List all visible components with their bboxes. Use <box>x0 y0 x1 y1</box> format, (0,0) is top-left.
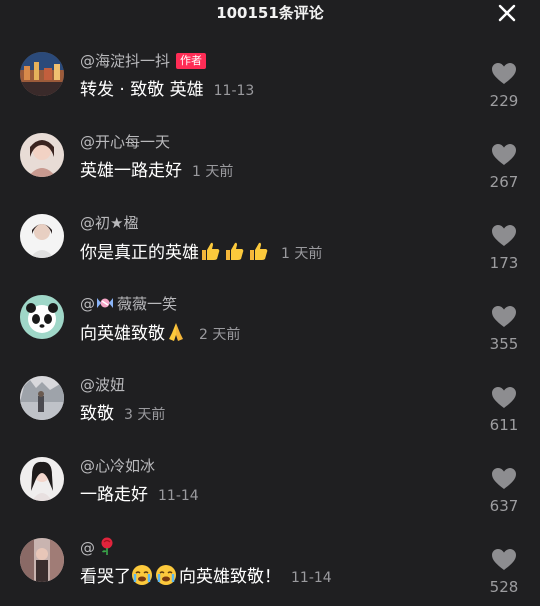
folded-hands-icon <box>165 321 187 343</box>
comment-date: 11-13 <box>213 83 255 99</box>
like-button[interactable]: 355 <box>486 305 522 353</box>
comment-item: @ 薇薇一笑 向英雄致敬 2 天前 355 <box>0 283 540 364</box>
comment-text: 你是真正的英雄 1 天前 <box>80 240 322 266</box>
avatar[interactable] <box>20 214 64 258</box>
comment-text: 看哭了 向英雄致敬！ 11-14 <box>80 564 332 590</box>
avatar[interactable] <box>20 457 64 501</box>
like-count: 611 <box>489 416 519 434</box>
comment-item: @开心每一天 英雄一路走好 1 天前 267 <box>0 121 540 202</box>
heart-icon <box>492 144 516 165</box>
thumbs-up-icon <box>223 240 245 262</box>
comment-text: 向英雄致敬 2 天前 <box>80 321 240 347</box>
comment-list: @海淀抖一抖 作者 转发 · 致敬 英雄 11-13 229 @开心每一天 英雄一路… <box>0 40 540 606</box>
like-count: 173 <box>489 254 519 272</box>
comment-text: 英雄一路走好 1 天前 <box>80 161 234 181</box>
heart-icon <box>492 306 516 327</box>
comment-item: @初★楹 你是真正的英雄 1 天前 173 <box>0 202 540 283</box>
comment-item: @海淀抖一抖 作者 转发 · 致敬 英雄 11-13 229 <box>0 40 540 121</box>
comment-date: 1 天前 <box>192 164 234 180</box>
heart-icon <box>492 468 516 489</box>
comment-item: @心冷如冰 一路走好 11-14 637 <box>0 445 540 526</box>
comment-username[interactable]: @波妞 <box>80 374 125 396</box>
comment-date: 1 天前 <box>281 246 323 262</box>
like-button[interactable]: 611 <box>486 386 522 434</box>
like-count: 637 <box>489 497 519 515</box>
comment-date: 3 天前 <box>124 407 166 423</box>
comment-text: 致敬 3 天前 <box>80 404 166 424</box>
comment-username[interactable]: @心冷如冰 <box>80 455 155 477</box>
like-count: 267 <box>489 173 519 191</box>
close-icon <box>498 4 516 22</box>
like-button[interactable]: 267 <box>486 143 522 191</box>
comment-text: 转发 · 致敬 英雄 11-13 <box>80 80 255 100</box>
heart-icon <box>492 549 516 570</box>
rose-icon <box>97 536 117 556</box>
comment-count-title: 100151条评论 <box>216 4 324 22</box>
comment-item: @波妞 致敬 3 天前 611 <box>0 364 540 445</box>
like-button[interactable]: 637 <box>486 467 522 515</box>
comment-username[interactable]: @海淀抖一抖 作者 <box>80 50 207 72</box>
comment-username[interactable]: @ <box>80 536 119 559</box>
like-count: 355 <box>489 335 519 353</box>
comment-date: 11-14 <box>291 570 332 586</box>
thumbs-up-icon <box>199 240 221 262</box>
crying-face-icon <box>131 564 153 586</box>
heart-icon <box>492 387 516 408</box>
close-button[interactable] <box>496 2 518 24</box>
heart-icon <box>492 225 516 246</box>
thumbs-up-icon <box>247 240 269 262</box>
heart-icon <box>492 63 516 84</box>
comment-username[interactable]: @开心每一天 <box>80 131 170 153</box>
crying-face-icon <box>155 564 177 586</box>
comment-date: 2 天前 <box>199 327 241 343</box>
like-button[interactable]: 173 <box>486 224 522 272</box>
avatar[interactable] <box>20 295 64 339</box>
like-count: 229 <box>489 92 519 110</box>
comment-username[interactable]: @初★楹 <box>80 212 138 234</box>
like-count: 528 <box>489 578 519 596</box>
candy-icon <box>95 295 115 311</box>
comment-date: 11-14 <box>158 488 199 504</box>
avatar[interactable] <box>20 538 64 582</box>
comment-text: 一路走好 11-14 <box>80 485 199 505</box>
comment-username[interactable]: @ 薇薇一笑 <box>80 293 177 315</box>
avatar[interactable] <box>20 52 64 96</box>
avatar[interactable] <box>20 376 64 420</box>
comments-header: 100151条评论 <box>0 0 540 26</box>
comment-item: @ 看哭了 向英雄致敬！ 11-14 528 <box>0 526 540 606</box>
author-badge: 作者 <box>176 53 207 69</box>
like-button[interactable]: 229 <box>486 62 522 110</box>
like-button[interactable]: 528 <box>486 548 522 596</box>
avatar[interactable] <box>20 133 64 177</box>
